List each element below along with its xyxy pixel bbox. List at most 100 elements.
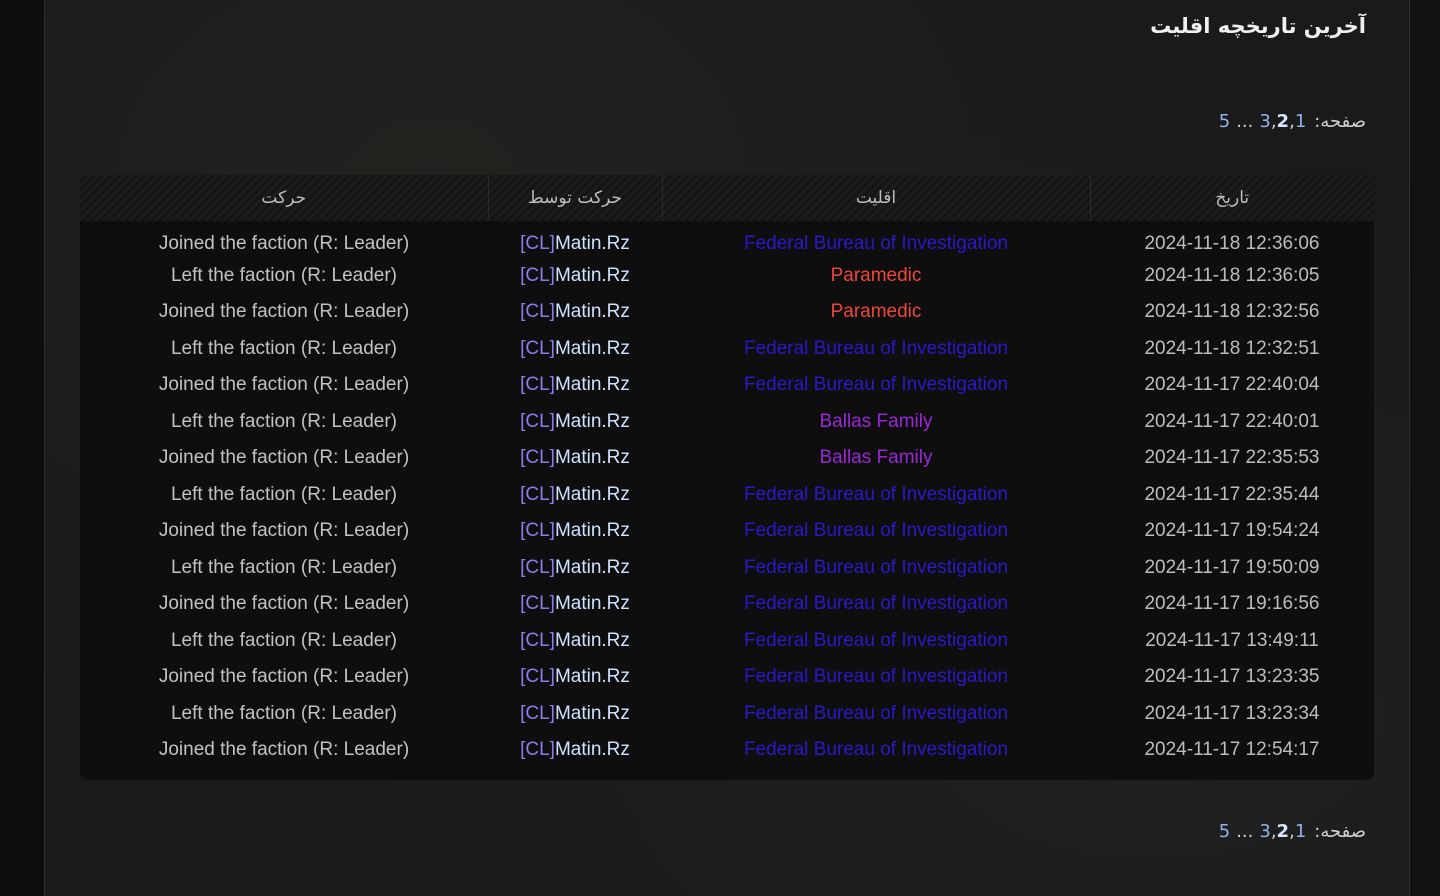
cell-faction[interactable]: Federal Bureau of Investigation — [662, 732, 1090, 769]
pagination-page-3[interactable]: 3 — [1259, 111, 1270, 132]
pagination-page-2[interactable]: 2 — [1277, 111, 1290, 132]
actor-tag: [CL] — [520, 739, 555, 761]
actor-name-link[interactable]: Matin.Rz — [555, 520, 630, 541]
faction-link[interactable]: Federal Bureau of Investigation — [744, 666, 1008, 687]
pagination-page-1[interactable]: 1 — [1295, 111, 1306, 132]
cell-actor[interactable]: [CL]Matin.Rz — [488, 659, 662, 696]
actor-tag: [CL] — [520, 629, 555, 651]
cell-actor[interactable]: [CL]Matin.Rz — [488, 258, 662, 295]
header-actor[interactable]: حرکت توسط — [487, 175, 662, 221]
cell-date: 2024-11-17 19:50:09 — [1144, 556, 1320, 578]
actor-name-link[interactable]: Matin.Rz — [555, 484, 630, 505]
cell-date: 2024-11-17 22:40:04 — [1144, 374, 1320, 396]
actor-tag: [CL] — [520, 301, 555, 323]
cell-actor[interactable]: [CL]Matin.Rz — [488, 440, 662, 477]
faction-link[interactable]: Federal Bureau of Investigation — [744, 374, 1008, 395]
faction-link[interactable]: Federal Bureau of Investigation — [744, 739, 1008, 760]
pagination-page-2[interactable]: 2 — [1277, 821, 1290, 842]
actor-tag: [CL] — [520, 483, 555, 505]
actor-name-link[interactable]: Matin.Rz — [555, 233, 630, 254]
actor-tag: [CL] — [520, 232, 555, 254]
actor-name-link[interactable]: Matin.Rz — [555, 301, 630, 322]
faction-link[interactable]: Ballas Family — [820, 447, 933, 468]
table-row: 2024-11-18 12:32:56 Paramedic [CL]Matin.Rz… — [80, 294, 1374, 331]
actor-name-link[interactable]: Matin.Rz — [555, 593, 630, 614]
header-action[interactable]: حرکت — [80, 175, 488, 221]
table-row: 2024-11-17 22:40:01 Ballas Family [CL]Mati… — [80, 404, 1374, 441]
cell-actor[interactable]: [CL]Matin.Rz — [488, 732, 662, 769]
cell-faction[interactable]: Paramedic — [662, 294, 1090, 331]
pagination-page-5[interactable]: 5 — [1219, 111, 1230, 132]
actor-name-link[interactable]: Matin.Rz — [555, 630, 630, 651]
cell-faction[interactable]: Federal Bureau of Investigation — [662, 659, 1090, 696]
faction-link[interactable]: Federal Bureau of Investigation — [744, 703, 1008, 724]
pagination-page-1[interactable]: 1 — [1295, 821, 1306, 842]
cell-date: 2024-11-17 13:49:11 — [1145, 629, 1319, 651]
cell-faction[interactable]: Federal Bureau of Investigation — [662, 331, 1090, 368]
cell-actor[interactable]: [CL]Matin.Rz — [488, 294, 662, 331]
cell-actor[interactable]: [CL]Matin.Rz — [488, 623, 662, 660]
actor-name-link[interactable]: Matin.Rz — [555, 666, 630, 687]
cell-faction[interactable]: Federal Bureau of Investigation — [662, 550, 1090, 587]
faction-link[interactable]: Federal Bureau of Investigation — [744, 233, 1008, 254]
faction-link[interactable]: Federal Bureau of Investigation — [744, 630, 1008, 651]
faction-link[interactable]: Paramedic — [831, 265, 922, 286]
cell-actor[interactable]: [CL]Matin.Rz — [488, 404, 662, 441]
actor-name-link[interactable]: Matin.Rz — [555, 411, 630, 432]
faction-link[interactable]: Federal Bureau of Investigation — [744, 484, 1008, 505]
cell-faction[interactable]: Federal Bureau of Investigation — [662, 513, 1090, 550]
cell-faction[interactable]: Federal Bureau of Investigation — [662, 221, 1090, 258]
cell-faction[interactable]: Ballas Family — [662, 404, 1090, 441]
cell-date: 2024-11-17 19:54:24 — [1144, 520, 1320, 542]
header-date[interactable]: تاریخ — [1089, 175, 1374, 221]
table-row: 2024-11-17 19:16:56 Federal Bureau of Inv… — [80, 586, 1374, 623]
pagination-page-5[interactable]: 5 — [1219, 821, 1230, 842]
cell-actor[interactable]: [CL]Matin.Rz — [488, 513, 662, 550]
cell-actor[interactable]: [CL]Matin.Rz — [488, 331, 662, 368]
faction-link[interactable]: Federal Bureau of Investigation — [744, 557, 1008, 578]
table-row: 2024-11-17 22:35:44 Federal Bureau of Inv… — [80, 477, 1374, 514]
pagination-pages: 1, 2, 3... 5 — [1219, 111, 1307, 132]
cell-actor[interactable]: [CL]Matin.Rz — [488, 550, 662, 587]
cell-action: Left the faction (R: Leader) — [170, 337, 397, 359]
faction-link[interactable]: Federal Bureau of Investigation — [744, 520, 1008, 541]
cell-action: Joined the faction (R: Leader) — [158, 232, 410, 254]
cell-actor[interactable]: [CL]Matin.Rz — [488, 586, 662, 623]
cell-actor[interactable]: [CL]Matin.Rz — [488, 221, 662, 258]
cell-faction[interactable]: Paramedic — [662, 258, 1090, 295]
pagination-pages: 1, 2, 3... 5 — [1219, 821, 1307, 842]
cell-faction[interactable]: Federal Bureau of Investigation — [662, 367, 1090, 404]
faction-link[interactable]: Ballas Family — [820, 411, 933, 432]
cell-faction[interactable]: Federal Bureau of Investigation — [662, 623, 1090, 660]
cell-actor[interactable]: [CL]Matin.Rz — [488, 696, 662, 733]
actor-name-link[interactable]: Matin.Rz — [555, 374, 630, 395]
actor-name-link[interactable]: Matin.Rz — [555, 739, 630, 760]
cell-actor[interactable]: [CL]Matin.Rz — [488, 367, 662, 404]
cell-date: 2024-11-17 13:23:35 — [1144, 666, 1320, 688]
actor-name-link[interactable]: Matin.Rz — [555, 338, 630, 359]
faction-link[interactable]: Paramedic — [831, 301, 922, 322]
cell-faction[interactable]: Federal Bureau of Investigation — [662, 586, 1090, 623]
pagination-page-3[interactable]: 3 — [1259, 821, 1270, 842]
header-faction[interactable]: اقلیت — [661, 175, 1090, 221]
table-row: 2024-11-17 22:40:04 Federal Bureau of Inv… — [80, 367, 1374, 404]
table-row: 2024-11-17 19:50:09 Federal Bureau of Inv… — [80, 550, 1374, 587]
cell-faction[interactable]: Ballas Family — [662, 440, 1090, 477]
table-row: 2024-11-17 19:54:24 Federal Bureau of Inv… — [80, 513, 1374, 550]
faction-link[interactable]: Federal Bureau of Investigation — [744, 338, 1008, 359]
table-row: 2024-11-17 13:23:34 Federal Bureau of Inv… — [80, 696, 1374, 733]
actor-name-link[interactable]: Matin.Rz — [555, 557, 630, 578]
actor-name-link[interactable]: Matin.Rz — [555, 447, 630, 468]
cell-faction[interactable]: Federal Bureau of Investigation — [662, 696, 1090, 733]
pagination-ellipsis: ... — [1236, 111, 1254, 132]
actor-tag: [CL] — [520, 666, 555, 688]
cell-faction[interactable]: Federal Bureau of Investigation — [662, 477, 1090, 514]
actor-name-link[interactable]: Matin.Rz — [555, 265, 630, 286]
history-table: تاریخ اقلیت حرکت توسط حرکت 2024-11-18 12… — [80, 175, 1374, 769]
cell-action: Left the faction (R: Leader) — [170, 556, 397, 578]
actor-tag: [CL] — [520, 264, 555, 286]
cell-action: Joined the faction (R: Leader) — [158, 447, 410, 469]
faction-link[interactable]: Federal Bureau of Investigation — [744, 593, 1008, 614]
cell-actor[interactable]: [CL]Matin.Rz — [488, 477, 662, 514]
actor-name-link[interactable]: Matin.Rz — [555, 703, 630, 724]
